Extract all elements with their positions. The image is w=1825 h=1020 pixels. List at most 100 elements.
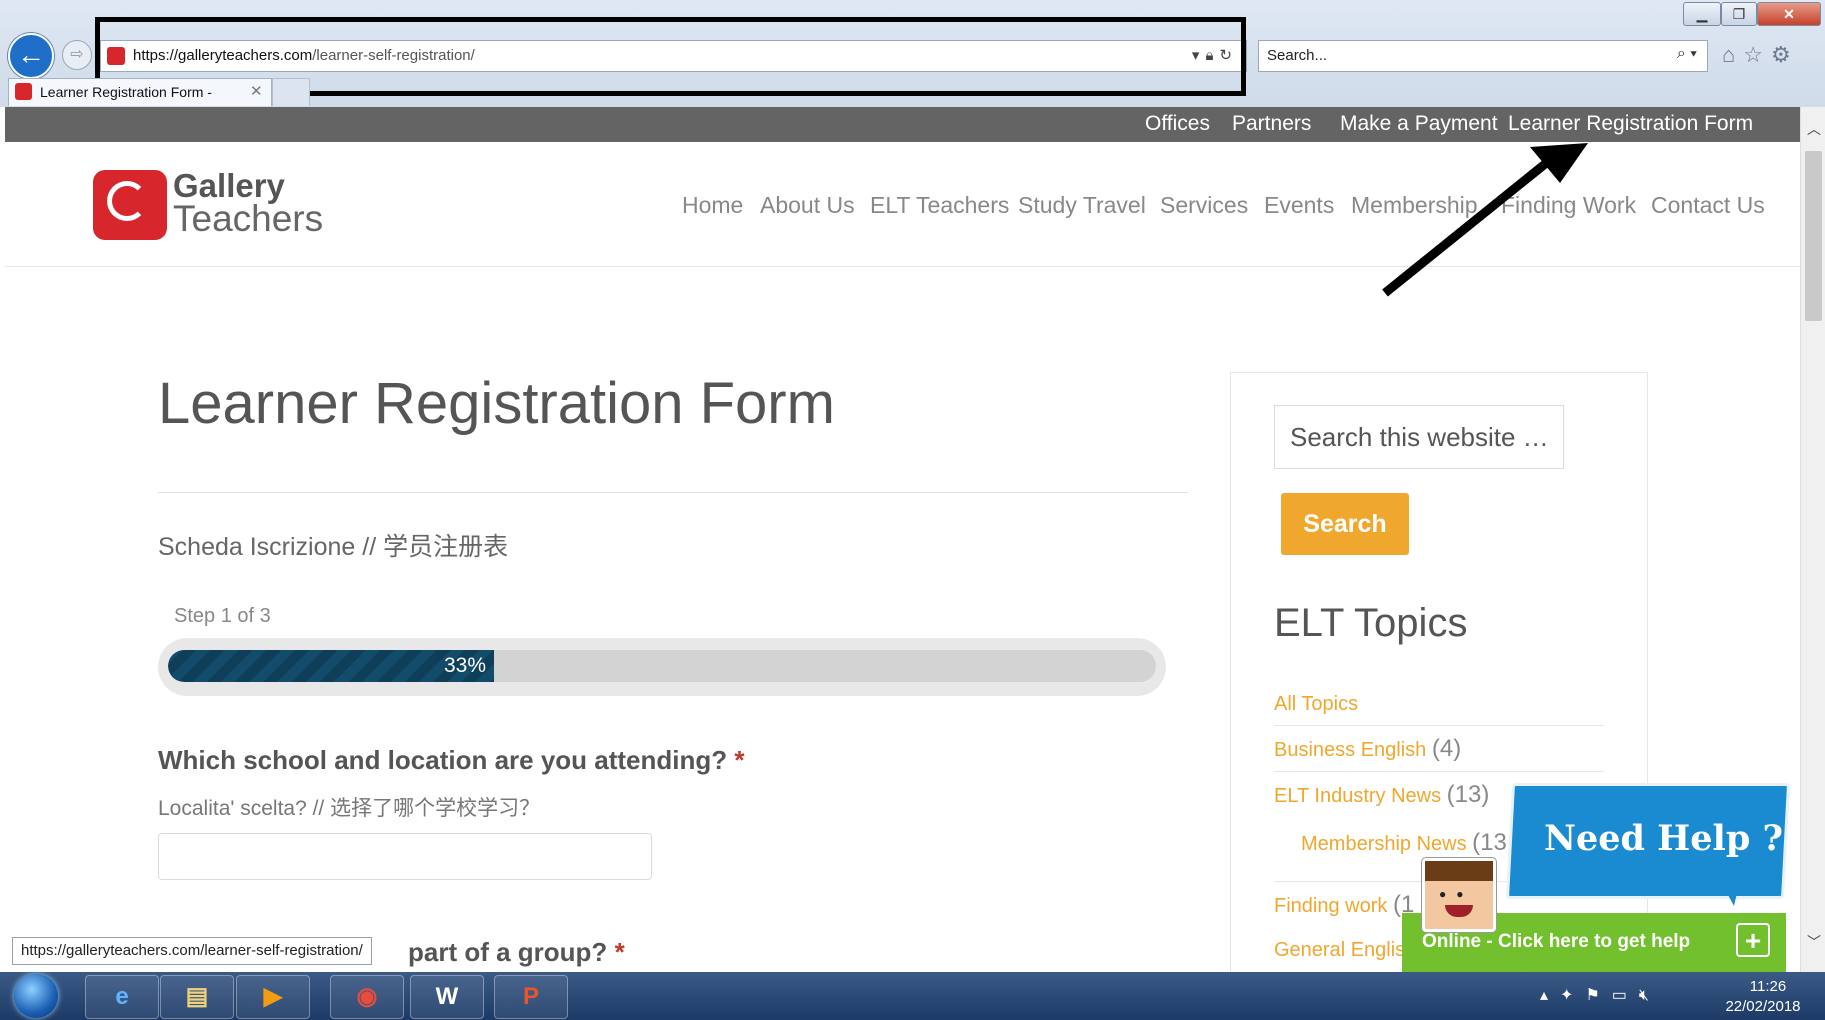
word-icon: W [435, 983, 459, 1010]
topbar-link-make-payment[interactable]: Make a Payment [1340, 112, 1498, 136]
scroll-down-icon[interactable]: ﹀ [1807, 932, 1821, 952]
topic-general-english[interactable]: General Englis [1274, 939, 1405, 962]
scroll-thumb[interactable] [1805, 151, 1822, 321]
topic-count: (13) [1446, 781, 1490, 808]
topic-label[interactable]: Business English [1274, 739, 1426, 761]
back-arrow-icon[interactable]: ← [8, 33, 54, 79]
taskbar-word[interactable]: W [410, 975, 484, 1019]
taskbar-ie[interactable]: e [85, 975, 159, 1019]
topbar-link-learner-registration[interactable]: Learner Registration Form [1508, 112, 1753, 136]
divider [158, 492, 1188, 493]
close-window-button[interactable]: ✕ [1757, 2, 1821, 26]
gear-icon[interactable]: ⚙ [1771, 42, 1799, 67]
divider [1274, 725, 1604, 726]
topic-label[interactable]: General Englis [1274, 939, 1405, 961]
nav-services[interactable]: Services [1160, 192, 1248, 219]
clock-time[interactable]: 11:26 [1728, 978, 1808, 995]
tab-favicon-icon [15, 83, 32, 100]
topic-label[interactable]: ELT Industry News [1274, 785, 1441, 807]
internet-explorer-icon: e [115, 983, 129, 1010]
topic-label[interactable]: Membership News [1301, 833, 1467, 855]
star-icon[interactable]: ☆ [1743, 42, 1771, 67]
nav-about-us[interactable]: About Us [760, 192, 855, 219]
step-indicator: Step 1 of 3 [174, 605, 271, 627]
start-button[interactable] [14, 974, 58, 1018]
topic-elt-industry-news[interactable]: ELT Industry News (13) [1274, 781, 1489, 809]
system-tray[interactable]: ▴✦⚑▭🔇︎ [1540, 985, 1661, 1005]
tab-title: Learner Registration Form - [40, 84, 212, 100]
question-school-text: Which school and location are you attend… [158, 745, 728, 775]
browser-search-input[interactable]: Search... [1267, 47, 1327, 64]
help-bar-text[interactable]: Online - Click here to get help [1422, 931, 1690, 953]
sidebar-search-input[interactable]: Search this website … [1274, 405, 1564, 469]
required-marker: * [734, 745, 745, 775]
logo-swirl [107, 181, 147, 221]
dropbox-icon[interactable]: ✦ [1560, 987, 1585, 1004]
avatar-hair [1425, 861, 1493, 881]
required-marker: * [614, 937, 625, 967]
topic-finding-work[interactable]: Finding work (1 [1274, 891, 1414, 919]
powerpoint-icon: P [522, 983, 539, 1010]
topic-label[interactable]: All Topics [1274, 693, 1358, 715]
search-icon[interactable]: ⌕ ▾ [1677, 45, 1697, 63]
clock-date[interactable]: 22/02/2018 [1708, 998, 1818, 1015]
annotation-arrow [1382, 143, 1588, 297]
status-bar-url: https://galleryteachers.com/learner-self… [12, 937, 372, 965]
chrome-icon: ◉ [356, 983, 378, 1010]
help-bubble-tail [1720, 880, 1740, 906]
progress-fill: 33% [168, 650, 495, 682]
browser-tab[interactable]: Learner Registration Form - ✕ [8, 78, 272, 106]
taskbar-explorer[interactable]: ▤ [160, 975, 234, 1019]
progress-bar: 33% [158, 638, 1166, 696]
page-scrollbar[interactable]: ︿ ﹀ [1800, 107, 1825, 972]
topbar-link-offices[interactable]: Offices [1145, 112, 1210, 136]
logo-text-line2[interactable]: Teachers [173, 198, 323, 240]
topbar-link-partners[interactable]: Partners [1232, 112, 1311, 136]
question-school-label: Which school and location are you attend… [158, 745, 745, 776]
nav-home[interactable]: Home [682, 192, 743, 219]
taskbar-powerpoint[interactable]: P [494, 975, 568, 1019]
topic-business-english[interactable]: Business English (4) [1274, 735, 1461, 763]
maximize-button[interactable]: ❐ [1721, 2, 1757, 26]
progress-track: 33% [168, 650, 1156, 682]
new-tab-button[interactable] [272, 78, 310, 106]
nav-contact-us[interactable]: Contact Us [1651, 192, 1765, 219]
nav-events[interactable]: Events [1264, 192, 1334, 219]
toolbar-icons: ⌂☆⚙ [1722, 42, 1799, 68]
topic-count: (13 [1472, 829, 1507, 856]
school-location-input[interactable] [158, 833, 652, 880]
taskbar-media[interactable]: ▶ [236, 975, 310, 1019]
scroll-up-icon[interactable]: ︿ [1807, 119, 1821, 139]
logo-icon[interactable] [93, 170, 167, 240]
form-subtitle: Scheda Iscrizione // 学员注册表 [158, 533, 509, 561]
question-group-text: part of a group? [408, 937, 608, 967]
nav-study-travel[interactable]: Study Travel [1018, 192, 1146, 219]
topic-count: (4) [1431, 735, 1462, 762]
question-school-sublabel: Localita' scelta? // 选择了哪个学校学习？ [158, 797, 541, 820]
topic-label[interactable]: Finding work [1274, 895, 1387, 917]
browser-chrome: ▁ ❐ ✕ ← ⇨ https://galleryteachers.com/le… [0, 0, 1825, 107]
flag-icon[interactable]: ⚑ [1585, 987, 1611, 1004]
avatar-eyes: ●● [1439, 887, 1474, 901]
topic-all-topics[interactable]: All Topics [1274, 693, 1358, 716]
support-avatar: ●● [1422, 858, 1496, 932]
question-group-label: part of a group? * [408, 937, 625, 968]
show-hidden-icon[interactable]: ▴ [1540, 987, 1560, 1004]
media-player-icon: ▶ [263, 983, 283, 1010]
sidebar-search-button[interactable]: Search [1281, 493, 1409, 555]
nav-elt-teachers[interactable]: ELT Teachers [870, 192, 1009, 219]
divider [1274, 771, 1604, 772]
page-title: Learner Registration Form [158, 371, 835, 436]
network-icon[interactable]: ▭ [1612, 987, 1639, 1004]
volume-muted-icon[interactable]: 🔇︎ [1639, 987, 1661, 1004]
sidebar-search-placeholder: Search this website … [1290, 422, 1549, 452]
tab-close-icon[interactable]: ✕ [250, 82, 263, 100]
minimize-button[interactable]: ▁ [1683, 2, 1721, 26]
browser-search-box[interactable]: Search... ⌕ ▾ [1258, 40, 1708, 72]
taskbar-chrome[interactable]: ◉ [330, 975, 404, 1019]
help-title[interactable]: Need Help ? [1544, 818, 1783, 859]
topic-membership-news[interactable]: Membership News (13 [1301, 829, 1507, 857]
expand-chat-icon[interactable]: + [1736, 923, 1770, 957]
home-icon[interactable]: ⌂ [1722, 42, 1743, 67]
forward-arrow-icon[interactable]: ⇨ [62, 40, 92, 70]
